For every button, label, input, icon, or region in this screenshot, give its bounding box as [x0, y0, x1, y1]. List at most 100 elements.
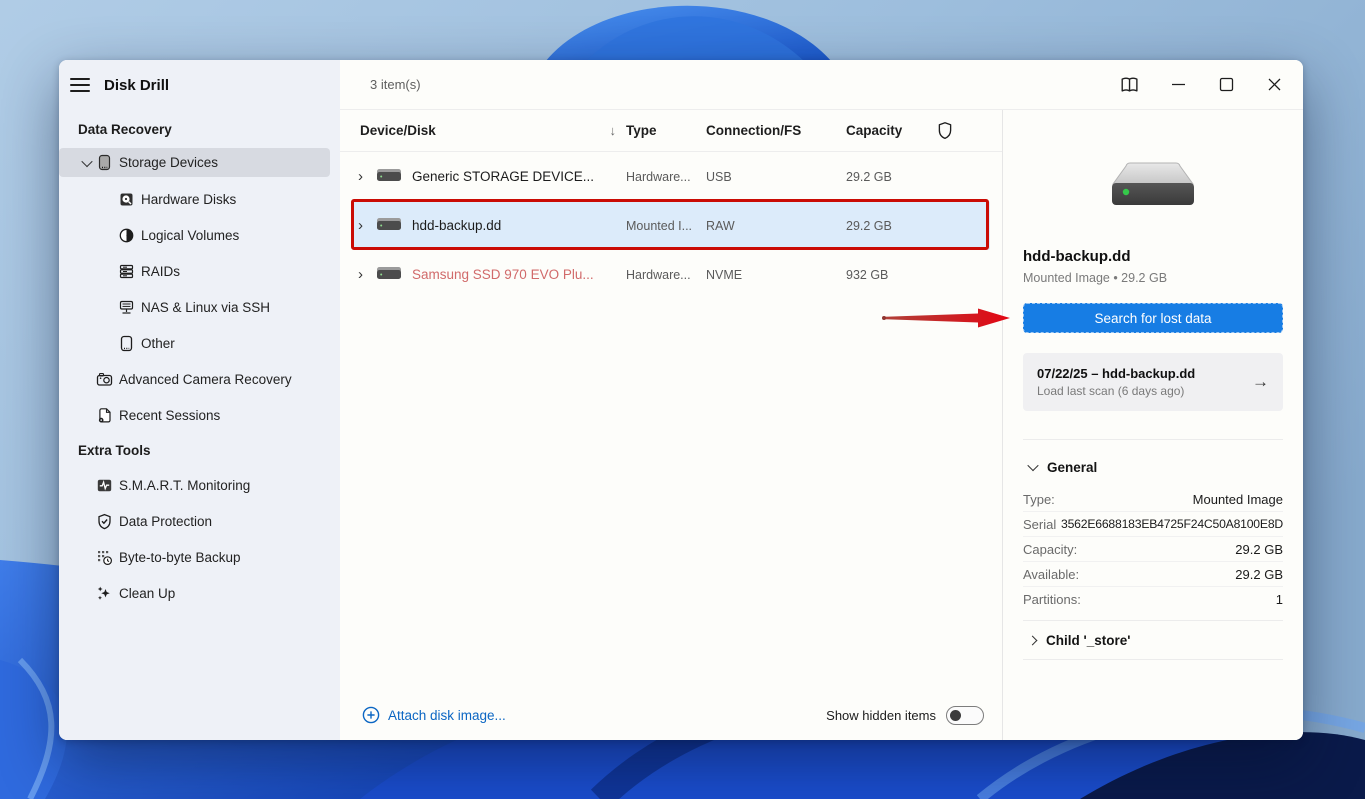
property-value: 3562E6688183EB4725F24C50A8100E8D — [1061, 517, 1283, 531]
list-footer: Attach disk image... Show hidden items — [340, 690, 1002, 740]
device-type: Hardware... — [626, 267, 691, 282]
table-row-hdd-backup-dd[interactable]: › hdd-backup.dd Mounted I... RAW 29.2 GB — [352, 201, 990, 250]
selected-device-subtitle: Mounted Image • 29.2 GB — [1023, 271, 1168, 285]
nas-server-icon — [118, 299, 135, 316]
maximize-button[interactable] — [1211, 70, 1241, 100]
logical-volume-icon — [118, 227, 135, 244]
search-for-lost-data-button[interactable]: Search for lost data — [1023, 303, 1283, 333]
expand-chevron-icon[interactable]: › — [352, 217, 376, 234]
property-row-partitions: Partitions: 1 — [1023, 587, 1283, 612]
general-section-header[interactable]: General — [1023, 453, 1283, 481]
sidebar-item-smart-monitoring[interactable]: S.M.A.R.T. Monitoring — [59, 467, 340, 503]
device-connection: USB — [706, 169, 732, 184]
property-row-serial: Serial 3562E6688183EB4725F24C50A8100E8D — [1023, 512, 1283, 537]
table-header: Device/Disk ↓ Type Connection/FS Capacit… — [340, 110, 1002, 152]
device-connection: RAW — [706, 218, 735, 233]
device-name: Samsung SSD 970 EVO Plu... — [412, 267, 594, 282]
drive-illustration — [1023, 158, 1283, 210]
sidebar-item-other[interactable]: Other — [59, 325, 340, 361]
sidebar-item-nas-linux-ssh[interactable]: NAS & Linux via SSH — [59, 289, 340, 325]
section-label-data-recovery: Data Recovery — [78, 122, 172, 137]
drive-icon — [376, 216, 412, 235]
selected-device-title: hdd-backup.dd — [1023, 248, 1131, 265]
shield-check-icon — [96, 513, 113, 530]
hardware-disk-icon — [118, 191, 135, 208]
column-header-protection[interactable] — [936, 121, 976, 141]
sidebar-item-label: Logical Volumes — [141, 227, 240, 243]
property-value: Mounted Image — [1192, 491, 1283, 507]
column-header-connection-fs[interactable]: Connection/FS — [706, 123, 846, 138]
sidebar-header: Disk Drill — [59, 60, 340, 110]
sidebar-item-logical-volumes[interactable]: Logical Volumes — [59, 217, 340, 253]
column-header-device-disk[interactable]: Device/Disk ↓ — [360, 123, 626, 138]
sidebar-item-label: Other — [141, 335, 175, 351]
device-name: hdd-backup.dd — [412, 218, 502, 233]
raid-stack-icon — [118, 263, 135, 280]
sidebar-item-advanced-camera-recovery[interactable]: Advanced Camera Recovery — [59, 361, 340, 397]
storage-devices-icon — [96, 154, 113, 171]
menu-hamburger-icon[interactable] — [70, 74, 92, 96]
sidebar-item-data-protection[interactable]: Data Protection — [59, 503, 340, 539]
chevron-down-icon — [78, 155, 96, 167]
drive-icon — [376, 167, 412, 186]
chevron-down-icon — [1027, 459, 1039, 472]
expand-chevron-icon[interactable]: › — [352, 168, 376, 185]
property-label: Serial — [1023, 516, 1057, 532]
sidebar-item-label: NAS & Linux via SSH — [141, 299, 271, 315]
sidebar-item-storage-devices[interactable]: Storage Devices — [59, 148, 330, 177]
close-button[interactable] — [1259, 70, 1289, 100]
general-section-label: General — [1047, 459, 1098, 475]
device-type: Mounted I... — [626, 218, 693, 233]
sidebar-item-label: Byte-to-byte Backup — [119, 549, 241, 565]
disk-drill-window: Disk Drill Data Recovery Storage Devices… — [59, 60, 1303, 740]
sidebar-item-label: Storage Devices — [119, 155, 219, 170]
sidebar-item-label: Recent Sessions — [119, 407, 221, 423]
smart-monitor-icon — [96, 477, 113, 494]
show-hidden-items-label: Show hidden items — [826, 707, 936, 723]
chevron-right-icon — [1027, 635, 1038, 645]
arrow-right-icon: → — [1252, 372, 1269, 391]
column-header-capacity[interactable]: Capacity — [846, 123, 936, 138]
minimize-button[interactable] — [1163, 70, 1193, 100]
sidebar-item-byte-to-byte-backup[interactable]: Byte-to-byte Backup — [59, 539, 340, 575]
device-type: Hardware... — [626, 169, 691, 184]
device-capacity: 29.2 GB — [846, 218, 892, 233]
show-hidden-items-toggle[interactable] — [946, 705, 984, 725]
sidebar-item-label: Clean Up — [119, 585, 176, 601]
device-capacity: 29.2 GB — [846, 169, 892, 184]
circled-plus-icon — [362, 706, 380, 724]
child-store-label: Child '_store' — [1046, 632, 1131, 648]
attach-disk-image-link[interactable]: Attach disk image... — [362, 706, 506, 724]
sidebar-item-label: Hardware Disks — [141, 191, 237, 207]
table-row-samsung-ssd[interactable]: › Samsung SSD 970 EVO Plu... Hardware...… — [352, 250, 990, 299]
table-row-generic-storage-device[interactable]: › Generic STORAGE DEVICE... Hardware... … — [352, 152, 990, 201]
sidebar: Disk Drill Data Recovery Storage Devices… — [59, 60, 340, 740]
property-value: 29.2 GB — [1235, 541, 1283, 557]
previous-scan-session-card[interactable]: 07/22/25 – hdd-backup.dd Load last scan … — [1023, 353, 1283, 411]
sidebar-item-clean-up[interactable]: Clean Up — [59, 575, 340, 611]
sidebar-item-label: Data Protection — [119, 513, 213, 529]
sidebar-item-hardware-disks[interactable]: Hardware Disks — [59, 181, 340, 217]
sidebar-item-recent-sessions[interactable]: Recent Sessions — [59, 397, 340, 433]
sidebar-item-label: S.M.A.R.T. Monitoring — [119, 477, 251, 493]
section-label-extra-tools: Extra Tools — [78, 443, 151, 458]
sidebar-item-label: Advanced Camera Recovery — [119, 371, 292, 387]
scan-session-title: 07/22/25 – hdd-backup.dd — [1037, 366, 1196, 381]
byte-grid-clock-icon — [96, 549, 113, 566]
general-properties: Type: Mounted Image Serial 3562E6688183E… — [1023, 487, 1283, 612]
device-list: Device/Disk ↓ Type Connection/FS Capacit… — [340, 110, 1002, 740]
expand-chevron-icon[interactable]: › — [352, 266, 376, 283]
toggle-knob — [950, 709, 961, 721]
column-header-type[interactable]: Type — [626, 123, 706, 138]
sort-descending-icon[interactable]: ↓ — [610, 123, 617, 138]
drive-icon — [376, 265, 412, 284]
knowledge-base-book-icon[interactable] — [1115, 70, 1145, 100]
property-value: 29.2 GB — [1235, 566, 1283, 582]
device-name: Generic STORAGE DEVICE... — [412, 169, 595, 184]
property-row-available: Available: 29.2 GB — [1023, 562, 1283, 587]
sidebar-item-raids[interactable]: RAIDs — [59, 253, 340, 289]
session-file-gear-icon — [96, 407, 113, 424]
protection-shield-icon — [938, 121, 952, 139]
sparkles-icon — [96, 585, 113, 602]
child-store-section-header[interactable]: Child '_store' — [1023, 621, 1283, 659]
